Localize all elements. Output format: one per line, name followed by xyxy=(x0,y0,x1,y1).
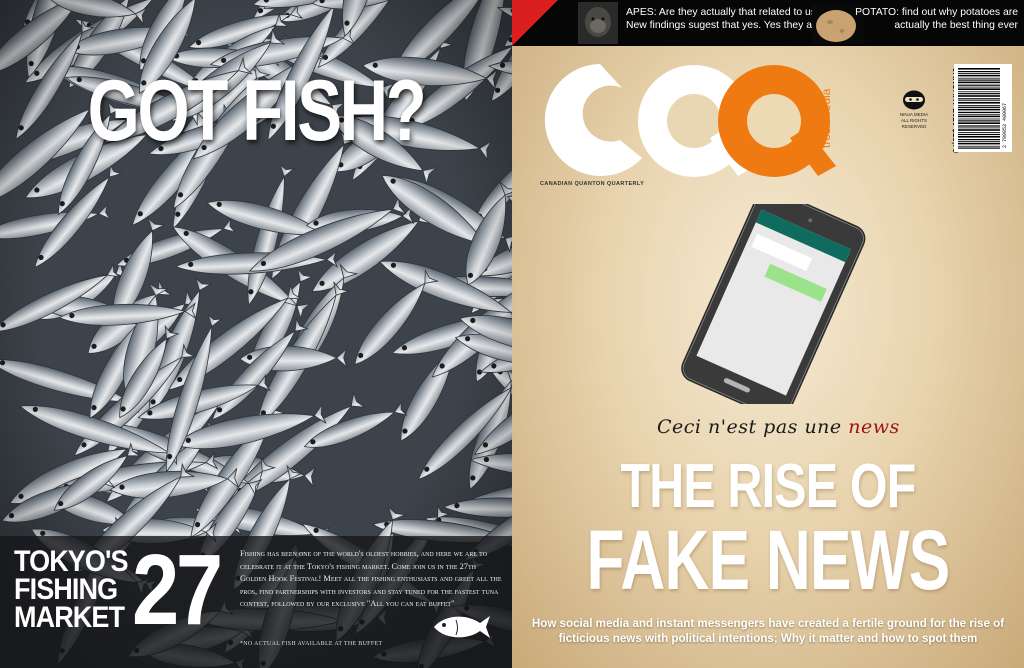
event-number: 27 xyxy=(132,534,223,646)
ninja-icon xyxy=(903,90,925,110)
logo-subtitle: CANADIAN QUANTON QUARTERLY xyxy=(540,181,645,187)
phone-illustration xyxy=(681,204,866,404)
tagline-news-word: news xyxy=(848,416,900,438)
svg-text:2 799953 400067: 2 799953 400067 xyxy=(1002,103,1008,148)
ape-photo-icon xyxy=(578,2,618,44)
publisher-mark: NINJA MEDIA ALL RIGHTS RESERVED xyxy=(892,90,936,130)
cover-title: GOT FISH? xyxy=(87,63,427,159)
event-name-line: FISHING xyxy=(14,573,118,606)
right-page: APES: Are they actually that related to … xyxy=(512,0,1024,668)
publisher-line: RESERVED xyxy=(901,124,927,129)
magazine-spread: GOT FISH? TOKYO'S FISHING MARKET 27 Fish… xyxy=(0,0,1024,668)
red-corner-accent xyxy=(512,0,558,46)
barcode: 2 799953 400067 xyxy=(954,64,1012,152)
headline-line-2: FAKE NEWS xyxy=(586,513,951,607)
headline-line-1: THE RISE OF xyxy=(620,452,916,521)
magazine-logo: trost media xyxy=(544,64,836,177)
event-name-line: TOKYO'S xyxy=(14,545,129,578)
tagline: Ceci n'est pas une news xyxy=(657,416,900,438)
svg-text:trost media: trost media xyxy=(819,88,833,148)
event-blurb: Fishing has been one of the world's olde… xyxy=(240,549,502,608)
tagline-text: Ceci n'est pas une xyxy=(657,416,849,438)
cover-deck: How social media and instant messengers … xyxy=(531,617,1005,645)
left-page: GOT FISH? TOKYO'S FISHING MARKET 27 Fish… xyxy=(0,0,512,668)
teaser-potato: POTATO: find out why potatoes are actual… xyxy=(855,7,1018,31)
fish-icon xyxy=(434,616,490,638)
event-name-line: MARKET xyxy=(14,601,125,634)
event-name: TOKYO'S FISHING MARKET xyxy=(14,545,134,634)
footnote: *NO ACTUAL FISH AVAILABLE AT THE BUFFET xyxy=(240,641,383,647)
teaser-apes: APES: Are they actually that related to … xyxy=(626,7,822,31)
